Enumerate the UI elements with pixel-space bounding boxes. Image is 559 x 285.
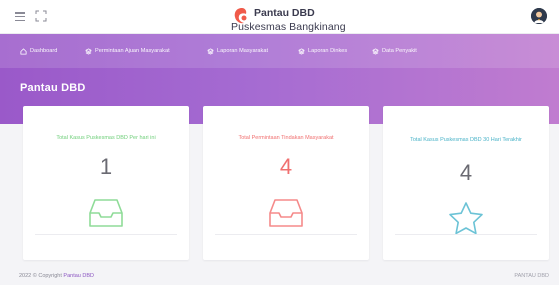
page-title: Pantau DBD [20,82,86,94]
layers-icon [372,47,379,55]
stat-card-kasus-30-hari: Total Kasus Puskesmas DBD 30 Hari Terakh… [383,106,549,260]
star-icon [449,202,483,235]
card-title: Total Permintaan Tindakan Masyarakat [238,135,334,141]
card-title: Total Kasus Puskesmas DBD 30 Hari Terakh… [410,137,522,143]
card-value: 4 [459,160,473,185]
brand[interactable]: Pantau DBD Puskesmas Bangkinang [231,5,346,33]
app-subtitle: Puskesmas Bangkinang [231,21,346,33]
copyright-prefix: 2022 © Copyright [19,273,62,279]
nav-item-label: Data Penyakit [382,48,417,54]
stat-card-kasus-hari-ini: Total Kasus Puskesmas DBD Per hari ini 1 [23,106,189,260]
layers-icon [207,47,214,55]
inbox-icon [89,199,123,227]
nav-item-dashboard[interactable]: Dashboard [20,45,57,57]
card-value: 4 [279,154,293,179]
card-title: Total Kasus Puskesmas DBD Per hari ini [56,135,156,141]
user-avatar[interactable] [531,8,547,24]
nav-item-laporan-dinkes[interactable]: Laporan Dinkes [298,45,347,57]
layers-icon [85,47,92,55]
nav-item-label: Laporan Masyarakat [217,48,268,54]
card-divider [35,234,177,235]
nav-item-label: Permintaan Ajuan Masyarakat [95,48,170,54]
nav-item-label: Laporan Dinkes [308,48,348,54]
app-title: Pantau DBD [254,7,315,19]
footer-brand: PANTAU DBD [514,273,549,279]
fullscreen-icon[interactable] [35,10,47,22]
top-bar: Pantau DBD Puskesmas Bangkinang [0,0,559,34]
hamburger-menu-icon[interactable] [15,12,25,22]
card-divider [395,234,537,235]
card-value: 1 [99,154,113,179]
footer: 2022 © Copyright Pantau DBD PANTAU DBD [0,268,559,285]
stat-card-permintaan-tindakan: Total Permintaan Tindakan Masyarakat 4 [203,106,369,260]
nav-item-data-penyakit[interactable]: Data Penyakit [372,45,417,57]
card-divider [215,234,357,235]
inbox-icon [269,199,303,227]
layers-icon [298,47,305,55]
nav-item-laporan-masyarakat[interactable]: Laporan Masyarakat [207,45,268,57]
main-nav: Dashboard Permintaan Ajuan Masyarakat La… [0,34,559,68]
copyright-text: 2022 © Copyright Pantau DBD [19,273,94,279]
nav-item-permintaan-ajuan[interactable]: Permintaan Ajuan Masyarakat [85,45,170,57]
nav-item-label: Dashboard [30,48,58,54]
avatar-icon [531,8,547,24]
home-icon [20,47,27,55]
copyright-link[interactable]: Pantau DBD [63,273,94,279]
